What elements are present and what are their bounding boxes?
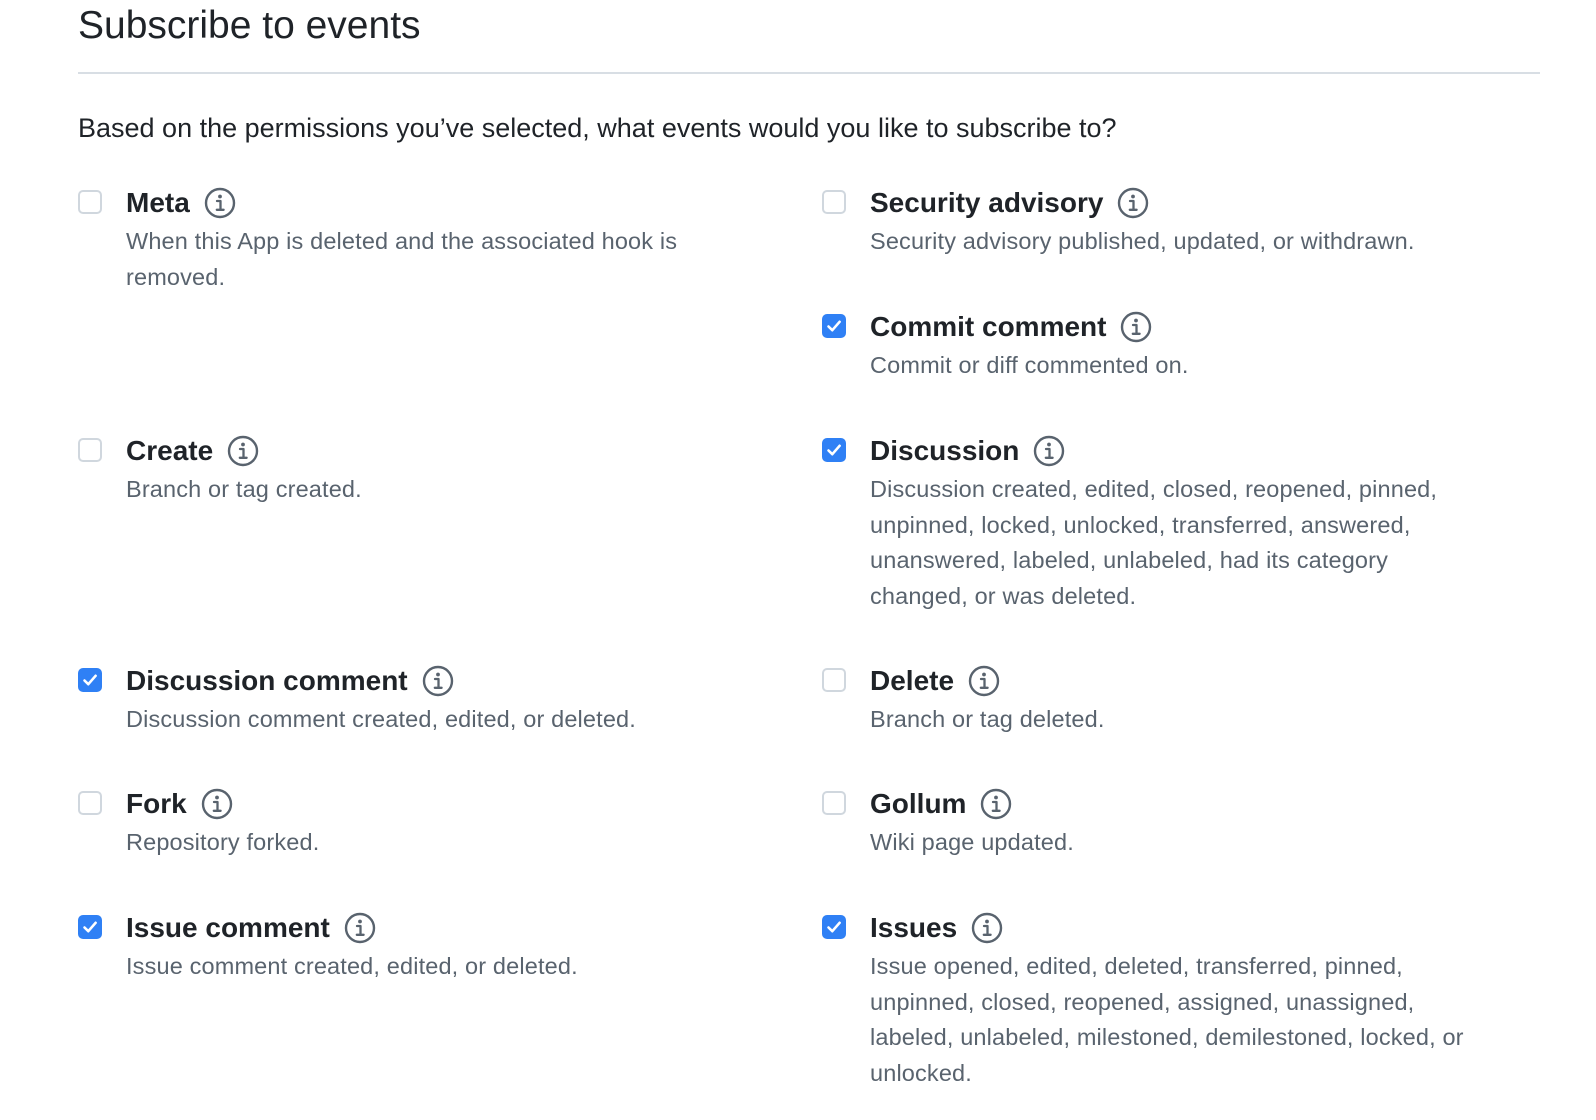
event-description-line: Branch or tag created. [126,476,362,502]
event-description-line: removed. [126,263,226,290]
info-icon[interactable] [971,912,1003,944]
event-description: Discussion created, edited, closed, reop… [870,472,1437,614]
event-checkbox[interactable] [78,915,102,939]
page-title: Subscribe to events [78,4,421,47]
event-description: Branch or tag deleted. [870,702,1105,738]
event-checkbox[interactable] [78,668,102,692]
event-description-line: Discussion created, edited, closed, reop… [870,476,1438,502]
event-description-line: unanswered, labeled, unlabeled, had its … [870,547,1389,573]
event-description-line: Discussion comment created, edited, or d… [126,706,636,732]
info-icon[interactable] [1120,311,1152,343]
event-checkbox[interactable] [822,915,846,939]
event-name[interactable]: Security advisory [870,186,1103,220]
event-name[interactable]: Commit comment [870,310,1106,344]
checkmark-icon [827,444,841,456]
event-checkbox[interactable] [822,438,846,462]
event-description-line: Security advisory published, updated, or… [870,228,1415,254]
event-description: Security advisory published, updated, or… [870,224,1415,260]
event-title-row: Discussion comment [126,664,454,698]
checkmark-icon [83,921,97,933]
event-checkbox[interactable] [822,190,846,214]
checkmark-icon [827,921,841,933]
event-description-line: Wiki page updated. [870,829,1074,855]
event-name[interactable]: Gollum [870,787,966,821]
section-divider [78,72,1540,74]
event-description-line: Issue opened, edited, deleted, transferr… [870,953,1403,979]
event-description-line: Commit or diff commented on. [870,352,1189,378]
event-name[interactable]: Discussion comment [126,664,408,698]
event-title-row: Gollum [870,787,1012,821]
event-title-row: Fork [126,787,233,821]
event-name[interactable]: Create [126,434,213,468]
event-description: Issue opened, edited, deleted, transferr… [870,949,1464,1091]
event-title-row: Create [126,434,259,468]
checkmark-icon [827,320,841,332]
event-checkbox[interactable] [78,438,102,462]
section-intro: Based on the permissions you’ve selected… [78,113,1117,143]
event-title-row: Issue comment [126,911,376,945]
event-description: Commit or diff commented on. [870,348,1189,384]
event-description: Discussion comment created, edited, or d… [126,702,636,738]
event-description-line: Branch or tag deleted. [870,706,1105,732]
event-description-line: Issue comment created, edited, or delete… [126,953,578,979]
info-icon[interactable] [968,665,1000,697]
event-checkbox[interactable] [78,190,102,214]
event-description-line: labeled, unlabeled, milestoned, demilest… [870,1024,1464,1050]
event-description: Branch or tag created. [126,472,362,508]
event-description-line: unlocked. [870,1059,972,1086]
event-description: Wiki page updated. [870,825,1074,861]
info-icon[interactable] [422,665,454,697]
event-title-row: Issues [870,911,1003,945]
event-description-line: changed, or was deleted. [870,582,1137,609]
event-name[interactable]: Issue comment [126,911,330,945]
event-name[interactable]: Issues [870,911,957,945]
info-icon[interactable] [227,435,259,467]
event-title-row: Security advisory [870,186,1149,220]
event-title-row: Discussion [870,434,1065,468]
event-description-line: unpinned, closed, reopened, assigned, un… [870,988,1415,1015]
event-name[interactable]: Discussion [870,434,1019,468]
event-checkbox[interactable] [822,668,846,692]
event-checkbox[interactable] [822,314,846,338]
event-name[interactable]: Meta [126,186,190,220]
event-name[interactable]: Fork [126,787,187,821]
event-description: Repository forked. [126,825,319,861]
checkmark-icon [83,674,97,686]
event-description: When this App is deleted and the associa… [126,224,677,295]
event-title-row: Meta [126,186,236,220]
event-description-line: Repository forked. [126,829,320,855]
info-icon[interactable] [1117,187,1149,219]
event-title-row: Commit comment [870,310,1152,344]
event-title-row: Delete [870,664,1000,698]
event-checkbox[interactable] [78,791,102,815]
info-icon[interactable] [980,788,1012,820]
event-name[interactable]: Delete [870,664,954,698]
info-icon[interactable] [204,187,236,219]
info-icon[interactable] [344,912,376,944]
event-description: Issue comment created, edited, or delete… [126,949,578,985]
event-description-line: unpinned, locked, unlocked, transferred,… [870,511,1411,538]
event-checkbox[interactable] [822,791,846,815]
info-icon[interactable] [201,788,233,820]
info-icon[interactable] [1033,435,1065,467]
event-description-line: When this App is deleted and the associa… [126,228,678,254]
